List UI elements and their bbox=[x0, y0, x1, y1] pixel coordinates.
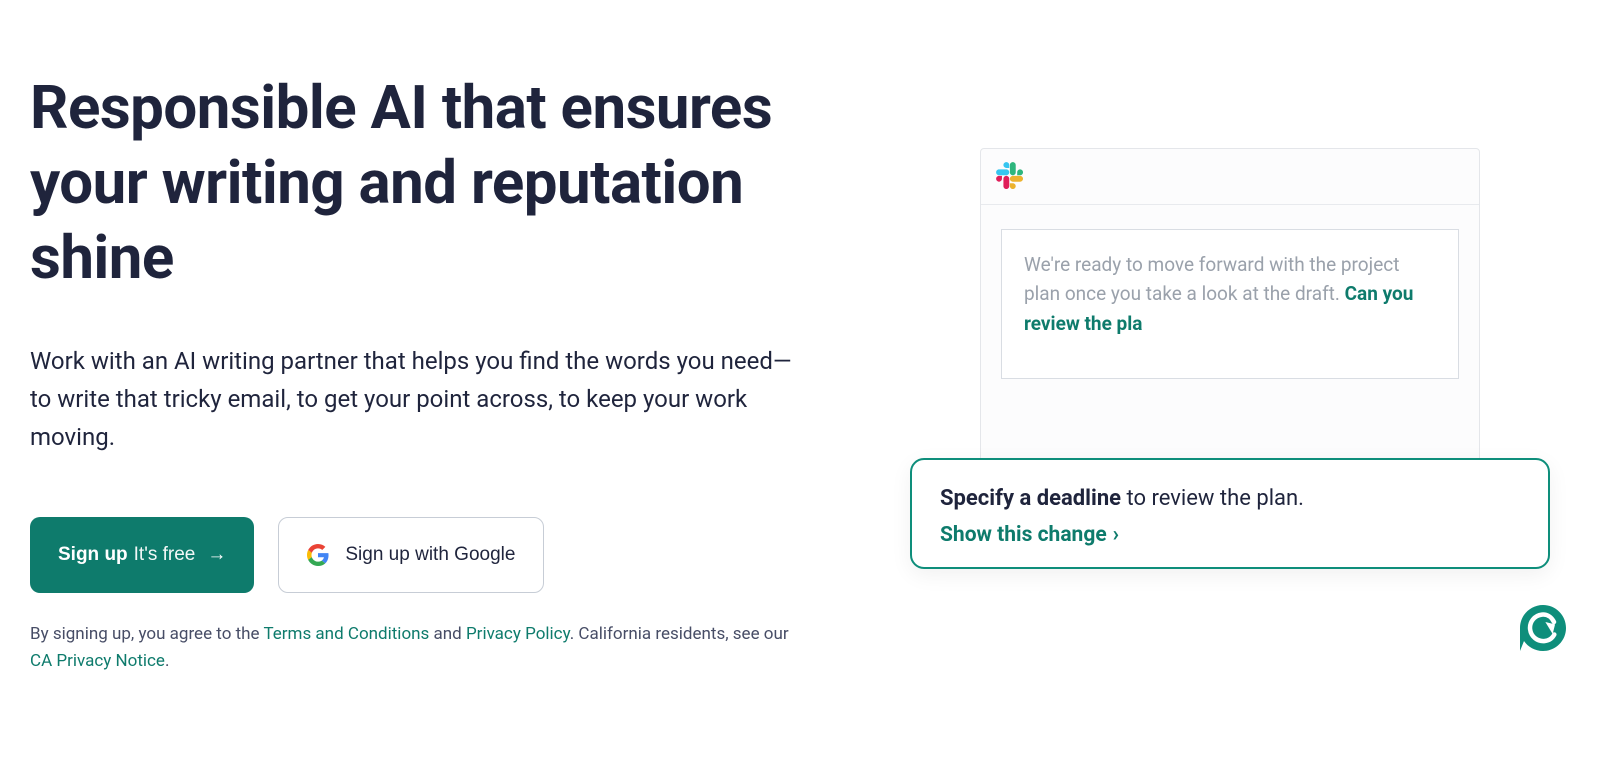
show-change-link[interactable]: Show this change› bbox=[940, 523, 1119, 547]
hero-subhead: Work with an AI writing partner that hel… bbox=[30, 343, 810, 457]
signup-google-label: Sign up with Google bbox=[345, 544, 515, 566]
chevron-right-icon: › bbox=[1113, 523, 1119, 547]
signup-button-light: It's free bbox=[134, 544, 196, 566]
terms-link[interactable]: Terms and Conditions bbox=[263, 624, 429, 644]
slack-icon bbox=[995, 161, 1023, 193]
suggestion-rest: to review the plan. bbox=[1121, 486, 1304, 511]
legal-and: and bbox=[429, 624, 466, 644]
hero-headline: Responsible AI that ensures your writing… bbox=[30, 70, 860, 295]
mock-textarea: We're ready to move forward with the pro… bbox=[1001, 229, 1459, 379]
legal-prefix: By signing up, you agree to the bbox=[30, 624, 263, 644]
arrow-right-icon: → bbox=[207, 544, 226, 566]
suggestion-card[interactable]: Specify a deadline to review the plan. S… bbox=[910, 458, 1550, 569]
signup-button-bold: Sign up bbox=[58, 544, 128, 566]
google-icon bbox=[307, 544, 329, 566]
legal-suffix: . bbox=[165, 651, 169, 671]
legal-ca-prefix: . California residents, see our bbox=[570, 624, 789, 644]
mock-topbar bbox=[981, 149, 1479, 205]
suggestion-strong: Specify a deadline bbox=[940, 486, 1121, 511]
signup-google-button[interactable]: Sign up with Google bbox=[278, 517, 544, 593]
cta-row: Sign up It's free → Sign up with Google bbox=[30, 517, 860, 593]
grammarly-icon[interactable] bbox=[1518, 603, 1568, 653]
signup-button[interactable]: Sign up It's free → bbox=[30, 517, 254, 593]
mock-draft-plain: We're ready to move forward with the pro… bbox=[1024, 253, 1399, 305]
show-change-label: Show this change bbox=[940, 523, 1107, 547]
suggestion-text: Specify a deadline to review the plan. bbox=[940, 482, 1520, 515]
ca-privacy-link[interactable]: CA Privacy Notice bbox=[30, 651, 165, 671]
privacy-link[interactable]: Privacy Policy bbox=[466, 624, 570, 644]
legal-text: By signing up, you agree to the Terms an… bbox=[30, 621, 810, 675]
mock-app-window: We're ready to move forward with the pro… bbox=[980, 148, 1480, 470]
